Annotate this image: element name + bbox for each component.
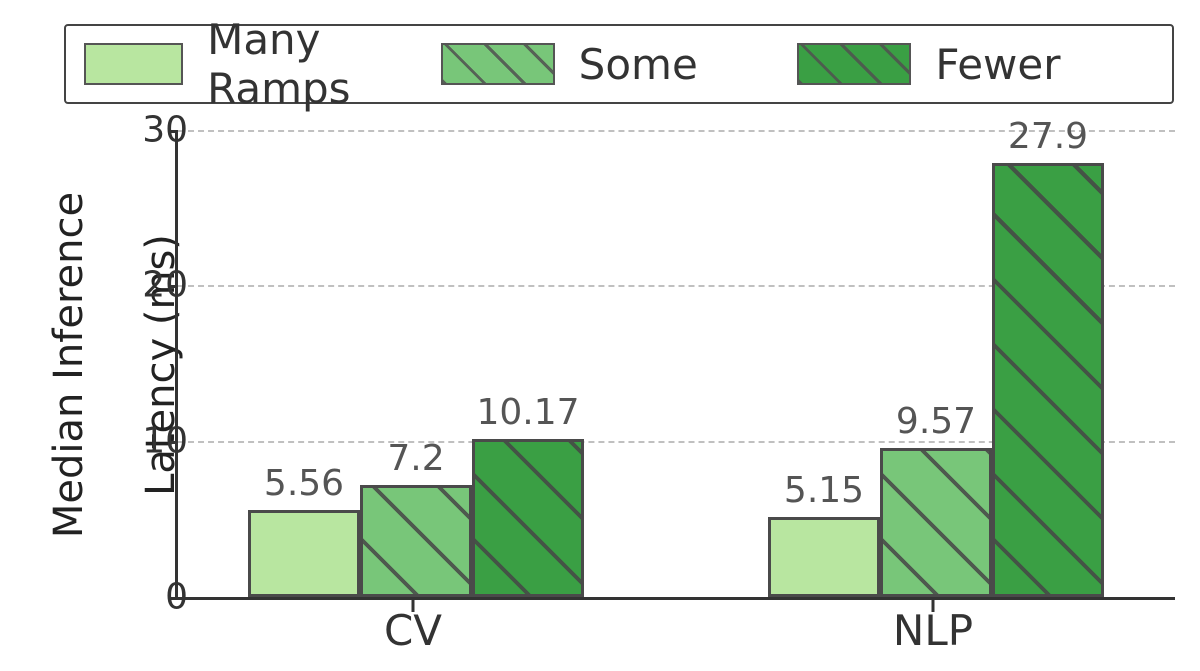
y-tick-label: 0	[128, 577, 188, 618]
legend-item-fewer: Fewer	[797, 40, 1154, 89]
bar-nlp-some	[880, 448, 992, 597]
legend-label: Some	[579, 40, 698, 89]
legend: Many Ramps Some Fewer	[64, 24, 1174, 104]
y-axis-label-line1: Median Inference	[46, 130, 92, 600]
legend-swatch-icon	[84, 43, 183, 85]
legend-item-many-ramps: Many Ramps	[84, 15, 441, 113]
bar-label-nlp-many: 5.15	[784, 470, 864, 515]
y-axis-label: Median Inference Latency (ms)	[0, 130, 100, 600]
x-tick-label-nlp: NLP	[893, 606, 973, 655]
legend-swatch-icon	[797, 43, 911, 85]
legend-label: Fewer	[935, 40, 1060, 89]
y-tick-label: 10	[128, 421, 188, 462]
x-tick-label-cv: CV	[384, 606, 442, 655]
bar-cv-some	[360, 485, 472, 597]
legend-item-some: Some	[441, 40, 798, 89]
bar-cv-many-ramps	[248, 510, 360, 597]
chart-container: Many Ramps Some Fewer Median Inference L…	[0, 0, 1200, 671]
bar-label-cv-fewer: 10.17	[476, 392, 579, 437]
bar-nlp-fewer	[992, 163, 1104, 597]
legend-swatch-icon	[441, 43, 555, 85]
bar-label-cv-many: 5.56	[264, 463, 344, 508]
y-tick-label: 30	[128, 110, 188, 151]
bar-label-nlp-fewer: 27.9	[1008, 116, 1088, 161]
bar-label-nlp-some: 9.57	[896, 401, 976, 446]
bar-cv-fewer	[472, 439, 584, 597]
bar-nlp-many-ramps	[768, 517, 880, 597]
y-tick-label: 20	[128, 265, 188, 306]
plot-area: 5.56 7.2 10.17 5.15 9.57 27.9	[175, 130, 1175, 600]
legend-label: Many Ramps	[207, 15, 441, 113]
bar-label-cv-some: 7.2	[387, 438, 444, 483]
